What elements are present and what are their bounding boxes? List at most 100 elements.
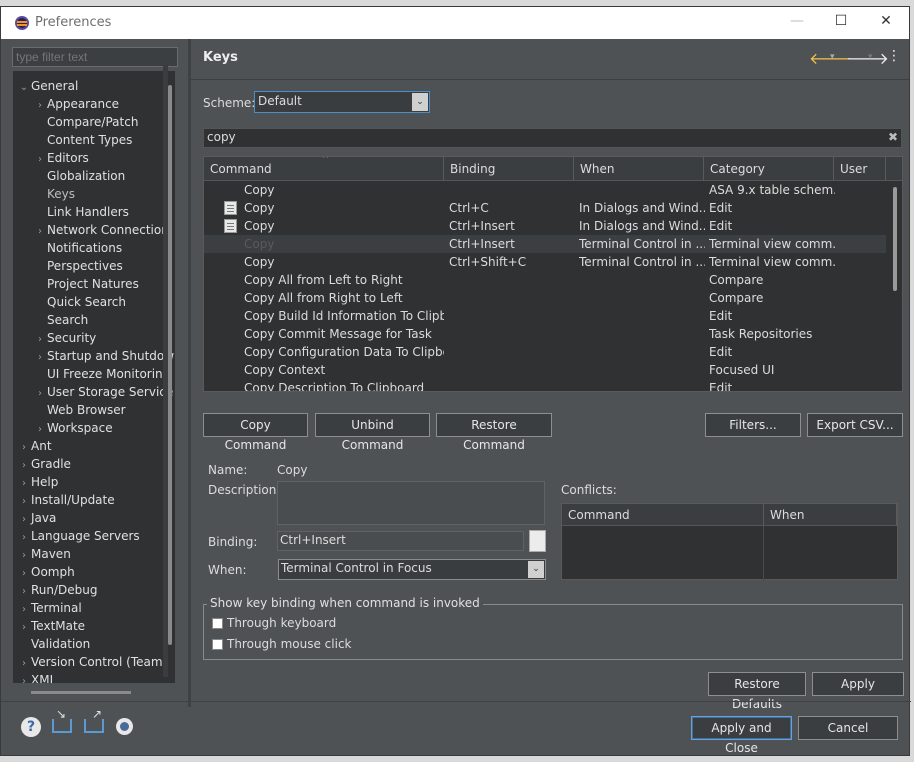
conflicts-column-command[interactable]: Command [562,504,764,526]
record-preferences-icon[interactable] [116,718,133,735]
table-row[interactable]: Copy Description To Clipboard Edit [204,379,886,391]
sidebar-item[interactable]: › Startup and Shutdow [33,347,174,365]
sidebar-item[interactable]: Notifications [33,239,122,257]
sidebar-item[interactable]: Project Natures [33,275,139,293]
maximize-button[interactable]: ☐ [831,13,851,29]
tree-vertical-scrollbar[interactable] [168,85,172,645]
sidebar-item[interactable]: Compare/Patch [33,113,138,131]
through-mouse-label[interactable]: Through mouse click [227,637,352,651]
cancel-button[interactable]: Cancel [798,716,898,740]
close-button[interactable]: ✕ [876,13,896,29]
sidebar-item[interactable]: › Install/Update [17,491,115,509]
unbind-command-button[interactable]: Unbind Command [315,413,430,452]
table-row[interactable]: Copy Ctrl+Insert In Dialogs and Wind... Edi… [204,217,886,235]
sidebar-item[interactable]: › Ant [17,437,52,455]
table-row[interactable]: Copy Commit Message for Task Task Reposit… [204,325,886,343]
sidebar-item[interactable]: › Security [33,329,96,347]
sidebar-item[interactable]: › Java [17,509,56,527]
sidebar-item[interactable]: Globalization [33,167,125,185]
sidebar-item[interactable]: › Run/Debug [17,581,98,599]
clear-search-icon[interactable]: ✖ [888,130,898,144]
restore-command-button[interactable]: Restore Command [436,413,552,452]
table-row[interactable]: Copy ASA 9.x table schem... [204,181,886,199]
through-keyboard-checkbox[interactable] [212,618,223,629]
sidebar-item[interactable]: › Version Control (Team) [17,653,167,671]
chevron-down-icon[interactable]: ⌄ [528,561,544,578]
sidebar-item[interactable]: ⌄ General [17,77,79,97]
sidebar-item[interactable]: Search [33,311,88,329]
preferences-window: Preferences — ☐ ✕ ⌄General›AppearanceCom… [0,6,911,756]
sidebar-item[interactable]: Quick Search [33,293,126,311]
through-keyboard-label[interactable]: Through keyboard [227,616,336,630]
view-menu-icon[interactable]: ⋮ [887,48,901,64]
export-icon[interactable] [84,707,104,733]
category-cell: Edit [709,201,733,215]
sidebar-item[interactable]: › User Storage Service [33,383,173,401]
sidebar-item[interactable]: › XML [17,671,56,683]
conflicts-column-when[interactable]: When [764,504,897,526]
category-cell: Compare [709,273,764,287]
sidebar-item[interactable]: Web Browser [33,401,126,419]
sidebar-item[interactable]: Content Types [33,131,132,149]
sidebar-item[interactable]: UI Freeze Monitoring [33,365,170,383]
column-header-when[interactable]: When [574,157,704,181]
sidebar-item[interactable]: Keys [33,185,76,203]
table-row[interactable]: Copy All from Left to Right Compare [204,271,886,289]
table-row[interactable]: Copy Context Focused UI [204,361,886,379]
apply-button[interactable]: Apply [812,672,904,696]
filter-input[interactable] [12,47,178,67]
conflicts-table[interactable]: Command When [561,503,898,581]
table-vertical-scrollbar[interactable] [893,187,897,291]
minimize-button[interactable]: — [787,13,807,29]
restore-defaults-button[interactable]: Restore Defaults [708,672,806,711]
sidebar-item-label: Keys [47,187,76,201]
table-row[interactable]: Copy Configuration Data To Clipboard Edit [204,343,886,361]
collapsed-chevron-icon[interactable]: › [17,673,31,683]
table-row[interactable]: Copy Ctrl+C In Dialogs and Wind... Edit [204,199,886,217]
sidebar-item-label: Validation [31,637,91,651]
sidebar-item[interactable]: › Oomph [17,563,75,581]
forward-history-dropdown-icon[interactable]: ▾ [868,52,873,62]
sidebar-item-label: Help [31,475,59,489]
command-search-input[interactable]: copy ✖ [203,128,902,148]
sidebar-item[interactable]: › Language Servers [17,527,140,545]
key-bindings-table[interactable]: Command ^ Binding When Category User Cop… [203,156,903,392]
sidebar-item[interactable]: › Help [17,473,58,491]
through-mouse-checkbox[interactable] [212,639,223,650]
sidebar-item[interactable]: › Appearance [33,95,119,113]
table-row[interactable]: Copy Ctrl+Insert Terminal Control in ... Te… [204,235,886,253]
apply-and-close-button[interactable]: Apply and Close [691,716,792,755]
sidebar-item[interactable]: Validation [17,635,90,653]
preference-tree[interactable]: ⌄ General › Appearance Compare/Patch Content … [13,71,175,683]
chevron-down-icon[interactable]: ⌄ [412,93,428,111]
sidebar-item[interactable]: › Gradle [17,455,71,473]
sidebar-item[interactable]: › Network Connection [33,221,169,239]
sidebar-item[interactable]: › Workspace [33,419,113,437]
help-icon[interactable]: ? [21,717,41,737]
column-header-user[interactable]: User [834,157,886,181]
back-history-dropdown-icon[interactable]: ▾ [830,52,835,62]
table-row[interactable]: Copy All from Right to Left Compare [204,289,886,307]
table-row[interactable]: Copy Build Id Information To Clipboard Ed… [204,307,886,325]
table-row[interactable]: Copy Ctrl+Shift+C Terminal Control in ... T… [204,253,886,271]
export-csv-button[interactable]: Export CSV... [807,413,903,437]
sidebar-item[interactable]: Link Handlers [33,203,129,221]
expanded-chevron-icon[interactable]: ⌄ [17,79,31,97]
sidebar-item[interactable]: › Terminal [17,599,82,617]
sidebar-item[interactable]: › Maven [17,545,71,563]
binding-modifier-button[interactable] [529,530,546,552]
sidebar-item[interactable]: › TextMate [17,617,85,635]
column-header-binding[interactable]: Binding [444,157,574,181]
binding-input[interactable]: Ctrl+Insert [277,531,524,551]
copy-command-button[interactable]: Copy Command [203,413,308,452]
pane-splitter[interactable] [188,39,191,707]
sidebar-item-label: Search [47,313,89,327]
column-header-category[interactable]: Category [704,157,834,181]
tree-horizontal-scrollbar[interactable] [31,691,131,694]
when-select[interactable]: Terminal Control in Focus ⌄ [278,559,546,580]
filters-button[interactable]: Filters... [705,413,801,437]
scheme-select[interactable]: Default ⌄ [254,91,430,113]
import-icon[interactable] [52,707,72,733]
sidebar-item[interactable]: › Editors [33,149,89,167]
sidebar-item[interactable]: Perspectives [33,257,123,275]
